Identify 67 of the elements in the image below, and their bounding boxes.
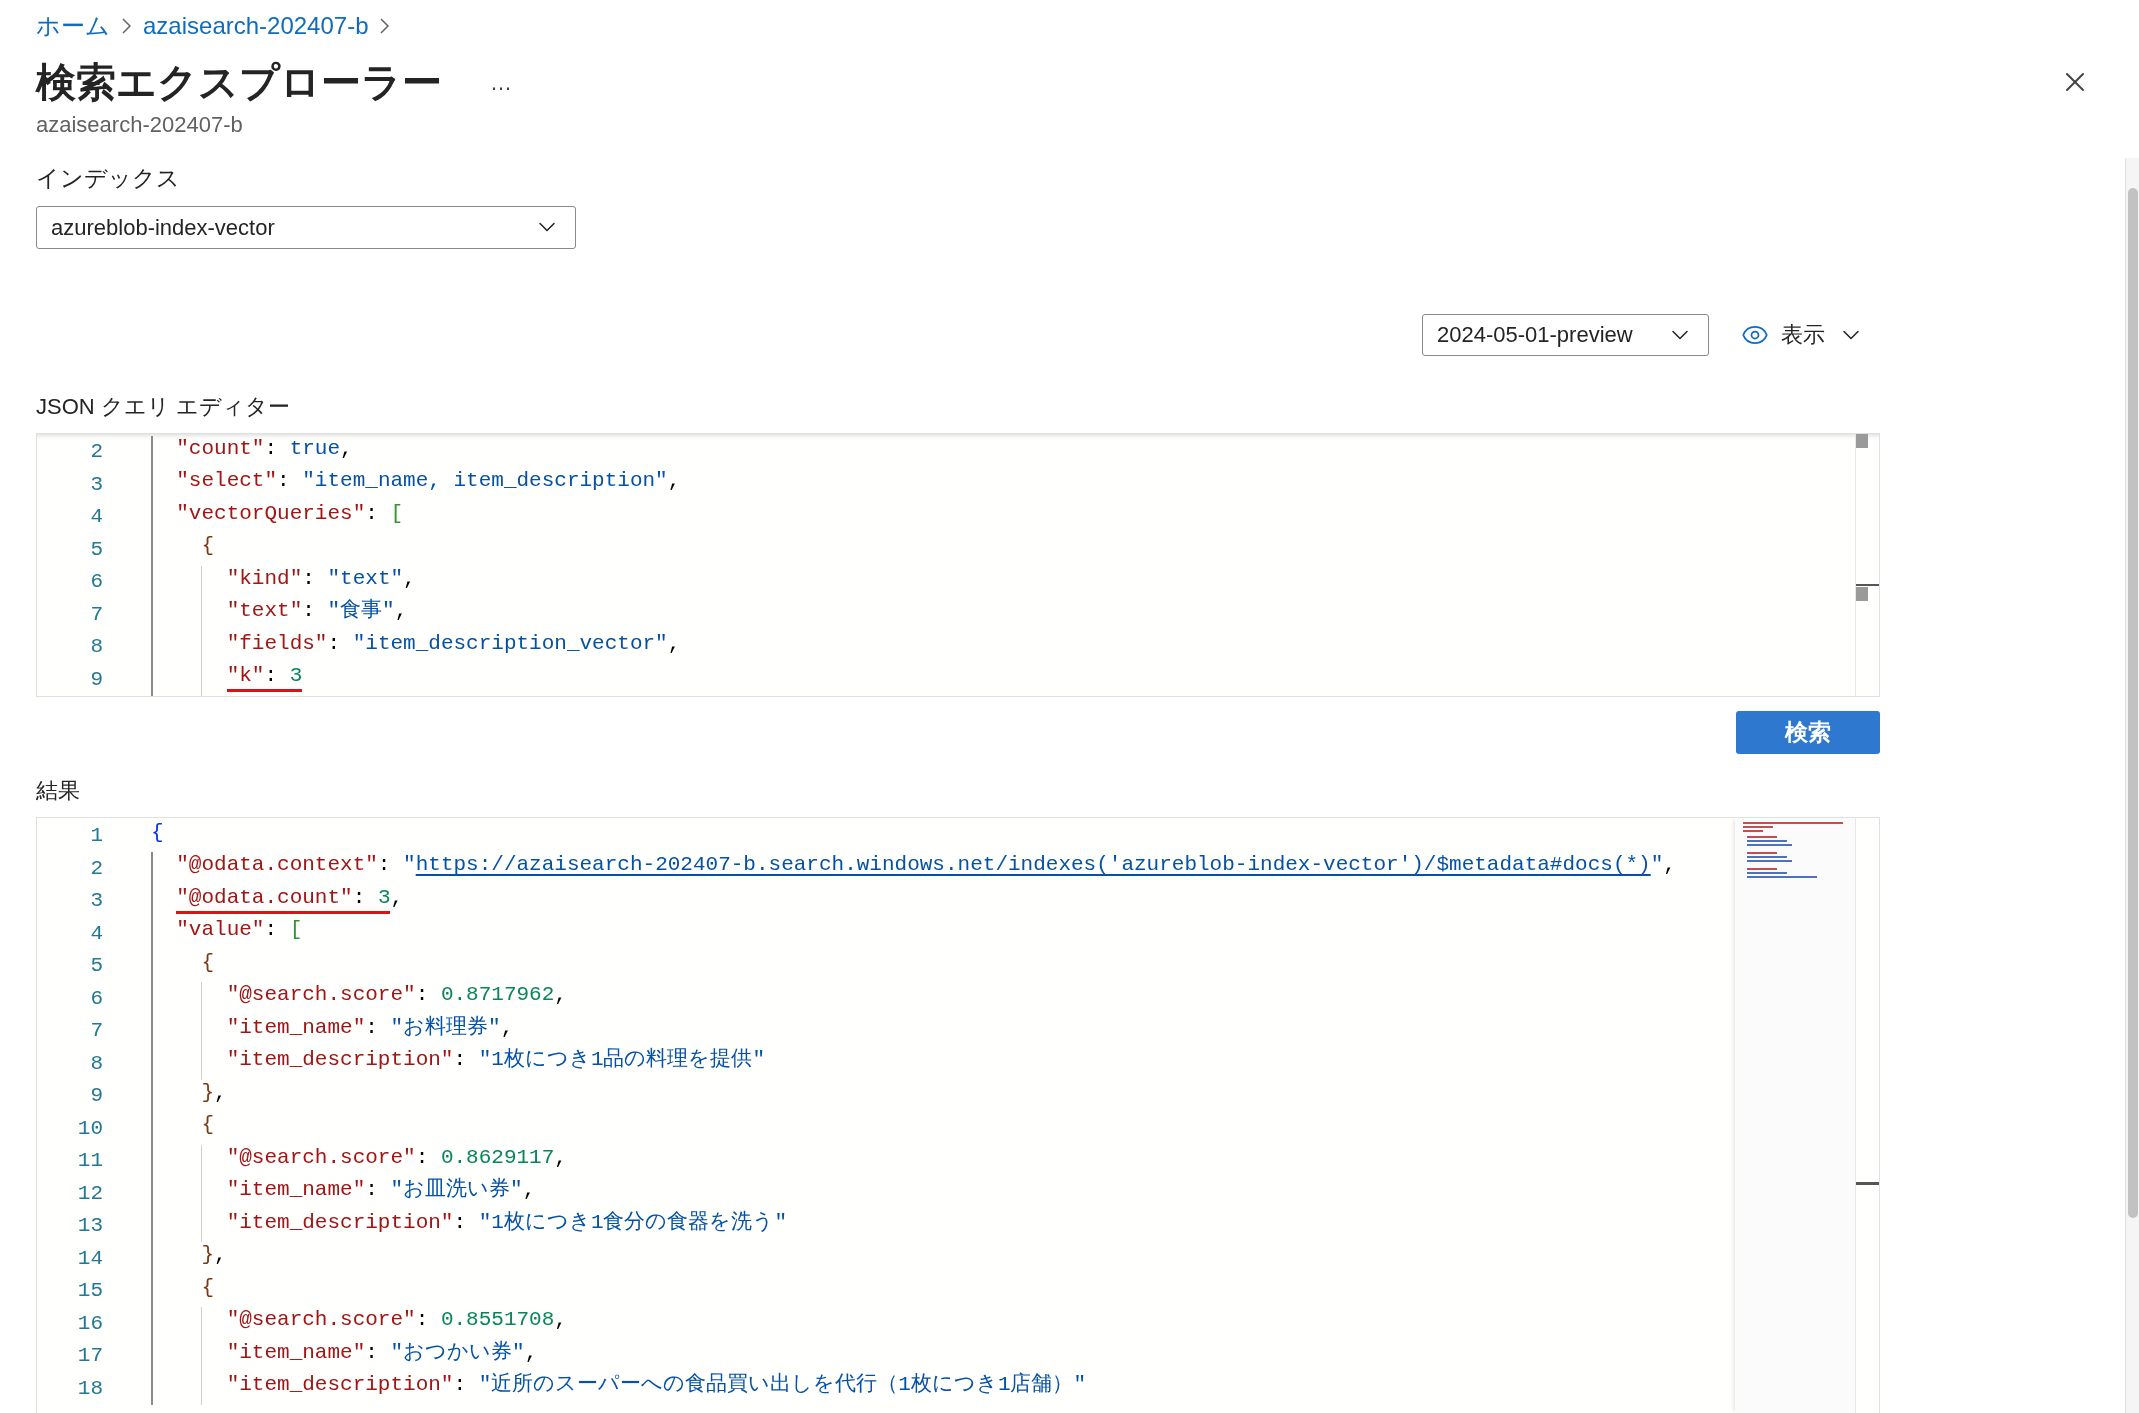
query-editor[interactable]: 2 "count": true, 3 "select": "item_name, item_description", 4 "vectorQueries": [ 5 { 6 "kind": "text", 7 "text": "食事", 8 "fields": "item_description_vector", 9 "k": 3	[36, 432, 1880, 697]
code-line: "item_description": "1枚につき1食分の食器を洗う"	[226, 1209, 788, 1236]
line-number: 4	[89, 504, 103, 530]
line-number: 9	[89, 1083, 103, 1109]
line-number: 12	[76, 1180, 103, 1207]
section-label: JSON クエリ エディター	[36, 392, 291, 421]
code-line: {	[201, 1112, 215, 1138]
line-number: 2	[89, 439, 103, 465]
api-version-dropdown[interactable]: 2024-05-01-preview	[1422, 313, 1709, 356]
code-line: "item_description": "近所のスーパーへの食品買い出しを代行（1枚につき1店舗）"	[226, 1372, 1087, 1398]
code-line: "count": true,	[176, 435, 353, 462]
line-number: 11	[76, 1148, 103, 1174]
code-line: "fields": "item_description_vector",	[226, 630, 681, 657]
line-number: 15	[76, 1278, 103, 1304]
index-dropdown[interactable]: azureblob-index-vector	[36, 205, 576, 249]
line-number: 8	[89, 1050, 103, 1077]
search-button[interactable]: 検索	[1736, 710, 1880, 754]
view-button[interactable]: 表示	[1741, 318, 1865, 351]
breadcrumb-link[interactable]: azaisearch-202407-b	[143, 8, 369, 44]
line-number: 1	[89, 823, 103, 849]
code-line: },	[201, 1242, 227, 1268]
line-number: 18	[76, 1375, 103, 1402]
line-number: 3	[89, 471, 103, 498]
line-number: 7	[89, 1018, 103, 1044]
page-title: 検索エクスプローラー	[36, 59, 442, 106]
code-line: "value": [	[176, 917, 303, 943]
chevron-right-icon	[380, 18, 390, 34]
code-line: },	[201, 1079, 227, 1106]
line-number: 13	[76, 1213, 103, 1239]
breadcrumb-link[interactable]: ホーム	[36, 8, 110, 44]
code-line: "@odata.context": "https://azaisearch-202407-b.search.windows.net/indexes('azureblob-index-vector')/$metadata#docs(*)",	[176, 852, 1676, 878]
line-number: 5	[89, 953, 103, 979]
code-line: "k": 3	[226, 663, 303, 695]
line-number: 3	[89, 888, 103, 914]
code-line: {	[201, 1274, 215, 1301]
section-label: 結果	[36, 776, 81, 805]
line-number: 10	[76, 1115, 103, 1142]
more-button[interactable]: …	[482, 65, 520, 99]
line-number: 5	[89, 536, 103, 563]
code-line: {	[151, 819, 164, 846]
line-number: 17	[76, 1343, 103, 1369]
code-line: "kind": "text",	[226, 565, 416, 592]
code-line: "@search.score": 0.8629117,	[226, 1144, 567, 1171]
code-line: "item_name": "おつかい券",	[226, 1339, 538, 1366]
page-subtitle: azaisearch-202407-b	[36, 111, 244, 139]
line-number: 6	[89, 569, 103, 595]
code-line: "@search.score": 0.8551708,	[226, 1307, 567, 1333]
chevron-right-icon	[122, 18, 131, 34]
code-line: "item_name": "お料理券",	[226, 1014, 514, 1041]
line-number: 14	[76, 1245, 103, 1272]
field-label: インデックス	[36, 164, 181, 193]
line-number: 7	[89, 601, 103, 628]
line-number: 2	[89, 855, 103, 882]
code-line: "@search.score": 0.8717962,	[226, 982, 567, 1008]
code-line: "text": "食事",	[226, 598, 408, 624]
code-line: "item_name": "お皿洗い券",	[226, 1177, 536, 1203]
line-number: 6	[89, 985, 103, 1012]
code-line: {	[201, 949, 215, 976]
line-number: 16	[76, 1310, 103, 1337]
code-line: "vectorQueries": [	[176, 500, 404, 527]
line-number: 8	[89, 634, 103, 660]
line-number: 9	[89, 666, 103, 693]
code-line: "select": "item_name, item_description",	[176, 468, 681, 494]
code-line: "@odata.count": 3,	[176, 884, 404, 917]
code-line: {	[201, 533, 215, 559]
line-number: 4	[89, 920, 103, 947]
code-line: "item_description": "1枚につき1品の料理を提供"	[226, 1047, 766, 1073]
